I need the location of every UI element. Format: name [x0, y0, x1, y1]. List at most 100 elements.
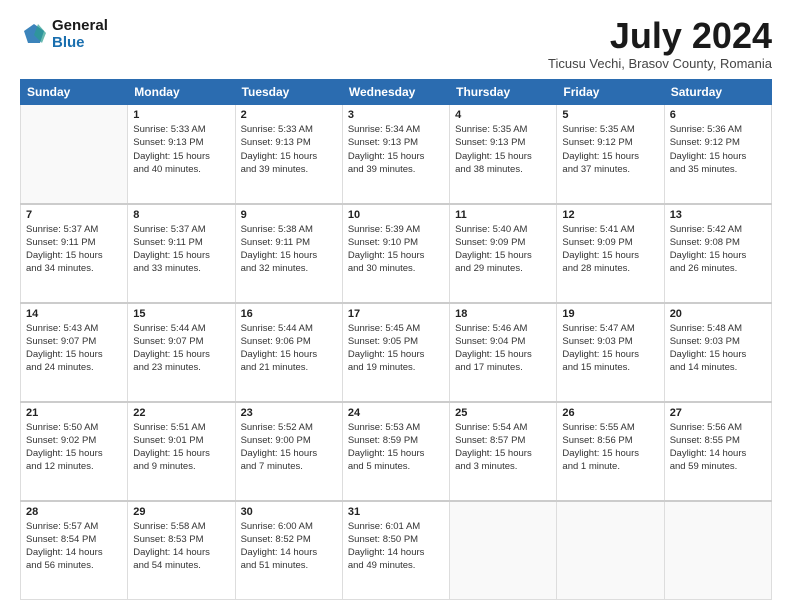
table-row: 2 Sunrise: 5:33 AMSunset: 9:13 PMDaylight… [235, 105, 342, 204]
day-content: Sunrise: 5:42 AMSunset: 9:08 PMDaylight:… [670, 223, 766, 276]
day-number: 23 [241, 407, 337, 419]
week-row-1: 1Sunrise: 5:33 AMSunset: 9:13 PMDaylight… [21, 105, 772, 204]
day-number: 8 [133, 209, 229, 221]
table-row: 1Sunrise: 5:33 AMSunset: 9:13 PMDaylight… [128, 105, 235, 204]
day-number: 13 [670, 209, 766, 221]
day-number: 27 [670, 407, 766, 419]
day-number: 21 [26, 407, 122, 419]
day-content: Sunrise: 6:00 AMSunset: 8:52 PMDaylight:… [241, 520, 337, 573]
day-content: Sunrise: 5:35 AMSunset: 9:12 PMDaylight:… [562, 123, 658, 176]
day-number: 22 [133, 407, 229, 419]
table-row: 21 Sunrise: 5:50 AMSunset: 9:02 PMDayligh… [21, 402, 128, 501]
location: Ticusu Vechi, Brasov County, Romania [548, 56, 772, 71]
week-row-2: 7Sunrise: 5:37 AMSunset: 9:11 PMDaylight… [21, 204, 772, 303]
table-row: 18 Sunrise: 5:46 AMSunset: 9:04 PMDayligh… [450, 303, 557, 402]
table-row: 5 Sunrise: 5:35 AMSunset: 9:12 PMDaylight… [557, 105, 664, 204]
table-row: 10 Sunrise: 5:39 AMSunset: 9:10 PMDayligh… [342, 204, 449, 303]
day-content: Sunrise: 5:47 AMSunset: 9:03 PMDaylight:… [562, 322, 658, 375]
day-number: 2 [241, 109, 337, 121]
day-number: 10 [348, 209, 444, 221]
logo-general: General [52, 18, 108, 35]
day-content: Sunrise: 5:46 AMSunset: 9:04 PMDaylight:… [455, 322, 551, 375]
day-content: Sunrise: 5:51 AMSunset: 9:01 PMDaylight:… [133, 421, 229, 474]
logo-blue: Blue [52, 35, 108, 52]
table-row [21, 105, 128, 204]
day-number: 28 [26, 506, 122, 518]
day-content: Sunrise: 5:43 AMSunset: 9:07 PMDaylight:… [26, 322, 122, 375]
week-row-3: 14 Sunrise: 5:43 AMSunset: 9:07 PMDayligh… [21, 303, 772, 402]
table-row: 6Sunrise: 5:36 AMSunset: 9:12 PMDaylight… [664, 105, 771, 204]
month-year: July 2024 [548, 18, 772, 54]
day-content: Sunrise: 5:41 AMSunset: 9:09 PMDaylight:… [562, 223, 658, 276]
table-row: 22 Sunrise: 5:51 AMSunset: 9:01 PMDayligh… [128, 402, 235, 501]
day-number: 6 [670, 109, 766, 121]
table-row: 24 Sunrise: 5:53 AMSunset: 8:59 PMDayligh… [342, 402, 449, 501]
day-number: 5 [562, 109, 658, 121]
logo-text: General Blue [52, 18, 108, 51]
table-row: 15 Sunrise: 5:44 AMSunset: 9:07 PMDayligh… [128, 303, 235, 402]
col-tuesday: Tuesday [235, 80, 342, 105]
day-content: Sunrise: 5:37 AMSunset: 9:11 PMDaylight:… [26, 223, 122, 276]
table-row: 23 Sunrise: 5:52 AMSunset: 9:00 PMDayligh… [235, 402, 342, 501]
day-content: Sunrise: 5:56 AMSunset: 8:55 PMDaylight:… [670, 421, 766, 474]
day-content: Sunrise: 5:33 AMSunset: 9:13 PMDaylight:… [133, 123, 229, 176]
table-row [557, 501, 664, 600]
table-row: 9Sunrise: 5:38 AMSunset: 9:11 PMDaylight… [235, 204, 342, 303]
logo-icon [20, 21, 48, 49]
table-row: 20 Sunrise: 5:48 AMSunset: 9:03 PMDayligh… [664, 303, 771, 402]
col-thursday: Thursday [450, 80, 557, 105]
table-row: 26Sunrise: 5:55 AMSunset: 8:56 PMDayligh… [557, 402, 664, 501]
calendar-header-row: Sunday Monday Tuesday Wednesday Thursday… [21, 80, 772, 105]
table-row: 3 Sunrise: 5:34 AMSunset: 9:13 PMDaylight… [342, 105, 449, 204]
day-content: Sunrise: 6:01 AMSunset: 8:50 PMDaylight:… [348, 520, 444, 573]
col-saturday: Saturday [664, 80, 771, 105]
day-number: 15 [133, 308, 229, 320]
table-row: 12Sunrise: 5:41 AMSunset: 9:09 PMDayligh… [557, 204, 664, 303]
day-content: Sunrise: 5:44 AMSunset: 9:06 PMDaylight:… [241, 322, 337, 375]
day-content: Sunrise: 5:54 AMSunset: 8:57 PMDaylight:… [455, 421, 551, 474]
day-number: 24 [348, 407, 444, 419]
col-sunday: Sunday [21, 80, 128, 105]
day-number: 26 [562, 407, 658, 419]
day-content: Sunrise: 5:57 AMSunset: 8:54 PMDaylight:… [26, 520, 122, 573]
week-row-4: 21 Sunrise: 5:50 AMSunset: 9:02 PMDayligh… [21, 402, 772, 501]
col-friday: Friday [557, 80, 664, 105]
day-number: 20 [670, 308, 766, 320]
day-number: 17 [348, 308, 444, 320]
table-row: 30 Sunrise: 6:00 AMSunset: 8:52 PMDayligh… [235, 501, 342, 600]
day-number: 3 [348, 109, 444, 121]
day-content: Sunrise: 5:50 AMSunset: 9:02 PMDaylight:… [26, 421, 122, 474]
week-row-5: 28 Sunrise: 5:57 AMSunset: 8:54 PMDayligh… [21, 501, 772, 600]
day-content: Sunrise: 5:48 AMSunset: 9:03 PMDaylight:… [670, 322, 766, 375]
day-content: Sunrise: 5:37 AMSunset: 9:11 PMDaylight:… [133, 223, 229, 276]
logo: General Blue [20, 18, 108, 51]
table-row: 17Sunrise: 5:45 AMSunset: 9:05 PMDayligh… [342, 303, 449, 402]
table-row: 7Sunrise: 5:37 AMSunset: 9:11 PMDaylight… [21, 204, 128, 303]
day-number: 29 [133, 506, 229, 518]
col-monday: Monday [128, 80, 235, 105]
table-row [664, 501, 771, 600]
table-row: 27 Sunrise: 5:56 AMSunset: 8:55 PMDayligh… [664, 402, 771, 501]
table-row: 13 Sunrise: 5:42 AMSunset: 9:08 PMDayligh… [664, 204, 771, 303]
day-content: Sunrise: 5:44 AMSunset: 9:07 PMDaylight:… [133, 322, 229, 375]
day-number: 11 [455, 209, 551, 221]
day-content: Sunrise: 5:53 AMSunset: 8:59 PMDaylight:… [348, 421, 444, 474]
day-number: 30 [241, 506, 337, 518]
table-row: 11 Sunrise: 5:40 AMSunset: 9:09 PMDayligh… [450, 204, 557, 303]
day-number: 19 [562, 308, 658, 320]
table-row: 8 Sunrise: 5:37 AMSunset: 9:11 PMDaylight… [128, 204, 235, 303]
table-row: 14 Sunrise: 5:43 AMSunset: 9:07 PMDayligh… [21, 303, 128, 402]
day-content: Sunrise: 5:40 AMSunset: 9:09 PMDaylight:… [455, 223, 551, 276]
table-row: 16Sunrise: 5:44 AMSunset: 9:06 PMDayligh… [235, 303, 342, 402]
day-content: Sunrise: 5:38 AMSunset: 9:11 PMDaylight:… [241, 223, 337, 276]
day-number: 25 [455, 407, 551, 419]
day-content: Sunrise: 5:52 AMSunset: 9:00 PMDaylight:… [241, 421, 337, 474]
day-number: 14 [26, 308, 122, 320]
day-number: 18 [455, 308, 551, 320]
day-content: Sunrise: 5:34 AMSunset: 9:13 PMDaylight:… [348, 123, 444, 176]
day-content: Sunrise: 5:39 AMSunset: 9:10 PMDaylight:… [348, 223, 444, 276]
day-content: Sunrise: 5:33 AMSunset: 9:13 PMDaylight:… [241, 123, 337, 176]
day-content: Sunrise: 5:35 AMSunset: 9:13 PMDaylight:… [455, 123, 551, 176]
calendar-table: Sunday Monday Tuesday Wednesday Thursday… [20, 79, 772, 600]
title-section: July 2024 Ticusu Vechi, Brasov County, R… [548, 18, 772, 71]
